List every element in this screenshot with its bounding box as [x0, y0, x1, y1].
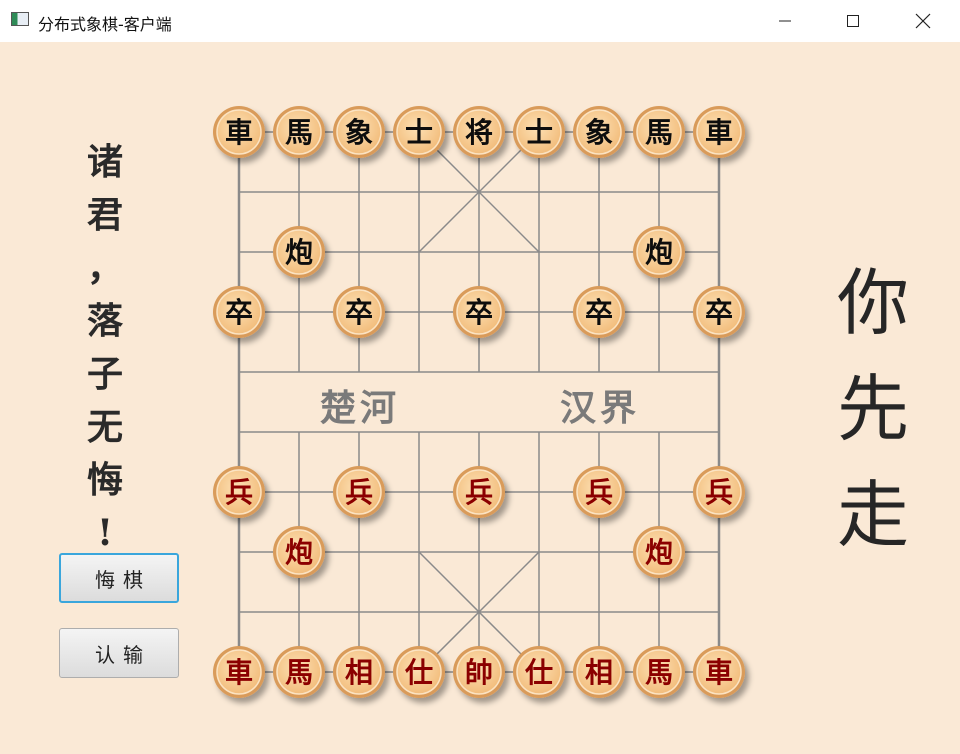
- chess-piece[interactable]: 仕: [513, 646, 565, 698]
- chess-piece[interactable]: 卒: [573, 286, 625, 338]
- chess-piece[interactable]: 馬: [633, 106, 685, 158]
- piece-label: 車: [705, 656, 733, 689]
- chess-piece[interactable]: 帥: [453, 646, 505, 698]
- chess-piece[interactable]: 卒: [213, 286, 265, 338]
- chess-piece[interactable]: 士: [393, 106, 445, 158]
- piece-label: 馬: [285, 116, 313, 149]
- piece-label: 馬: [645, 116, 673, 149]
- river-label-chu-he: 楚河: [320, 387, 400, 429]
- chess-piece[interactable]: 馬: [273, 106, 325, 158]
- piece-label: 卒: [585, 296, 613, 329]
- piece-label: 卒: [705, 296, 733, 329]
- chess-board[interactable]: 楚河 汉界 車馬象士将士象馬車炮 炮卒卒卒卒卒兵兵兵兵兵炮 炮車馬相仕帥仕相馬車: [0, 0, 960, 754]
- chess-piece[interactable]: 相: [573, 646, 625, 698]
- chess-piece[interactable]: 象: [573, 106, 625, 158]
- piece-label: 仕: [524, 656, 553, 689]
- chess-piece[interactable]: 士: [513, 106, 565, 158]
- chess-piece[interactable]: 兵: [453, 466, 505, 518]
- piece-label: 炮: [285, 236, 313, 269]
- chess-piece[interactable]: 兵: [213, 466, 265, 518]
- chess-piece[interactable]: 卒: [333, 286, 385, 338]
- piece-label: 相: [345, 656, 373, 689]
- chess-piece[interactable]: 車: [213, 646, 265, 698]
- piece-label: 卒: [465, 296, 493, 329]
- chess-piece[interactable]: 炮: [273, 526, 325, 578]
- chess-piece[interactable]: 炮: [273, 226, 325, 278]
- chess-piece[interactable]: 車: [213, 106, 265, 158]
- piece-label: 士: [405, 116, 433, 149]
- piece-label: 車: [225, 656, 253, 689]
- chess-piece[interactable]: 馬: [273, 646, 325, 698]
- chess-piece[interactable]: 卒: [693, 286, 745, 338]
- piece-label: 兵: [705, 476, 733, 509]
- piece-label: 炮: [645, 236, 673, 269]
- piece-label: 炮: [645, 536, 673, 569]
- piece-label: 仕: [404, 656, 433, 689]
- piece-label: 将: [465, 116, 493, 149]
- chess-piece[interactable]: 兵: [693, 466, 745, 518]
- river-label-han-jie: 汉界: [560, 387, 640, 429]
- piece-label: 卒: [225, 296, 253, 329]
- piece-label: 馬: [645, 656, 673, 689]
- chess-piece[interactable]: 相: [333, 646, 385, 698]
- piece-label: 相: [585, 656, 613, 689]
- piece-label: 象: [585, 116, 613, 149]
- piece-label: 兵: [585, 476, 613, 509]
- chess-piece[interactable]: 将: [453, 106, 505, 158]
- piece-label: 帥: [465, 656, 493, 689]
- chess-piece[interactable]: 兵: [573, 466, 625, 518]
- piece-label: 象: [345, 116, 373, 149]
- piece-label: 士: [525, 116, 553, 149]
- chess-piece[interactable]: 卒: [453, 286, 505, 338]
- board-grid: [237, 131, 721, 673]
- piece-label: 卒: [345, 296, 373, 329]
- piece-label: 車: [705, 116, 733, 149]
- piece-label: 兵: [345, 476, 373, 509]
- piece-label: 車: [225, 116, 253, 149]
- chess-piece[interactable]: 馬: [633, 646, 685, 698]
- chess-piece[interactable]: 車: [693, 106, 745, 158]
- piece-label: 馬: [285, 656, 313, 689]
- chess-piece[interactable]: 仕: [393, 646, 445, 698]
- chess-piece[interactable]: 車: [693, 646, 745, 698]
- chess-piece[interactable]: 炮: [633, 226, 685, 278]
- piece-label: 兵: [225, 476, 253, 509]
- piece-label: 炮: [285, 536, 313, 569]
- chess-piece[interactable]: 象: [333, 106, 385, 158]
- piece-label: 兵: [465, 476, 493, 509]
- chess-piece[interactable]: 兵: [333, 466, 385, 518]
- chess-piece[interactable]: 炮: [633, 526, 685, 578]
